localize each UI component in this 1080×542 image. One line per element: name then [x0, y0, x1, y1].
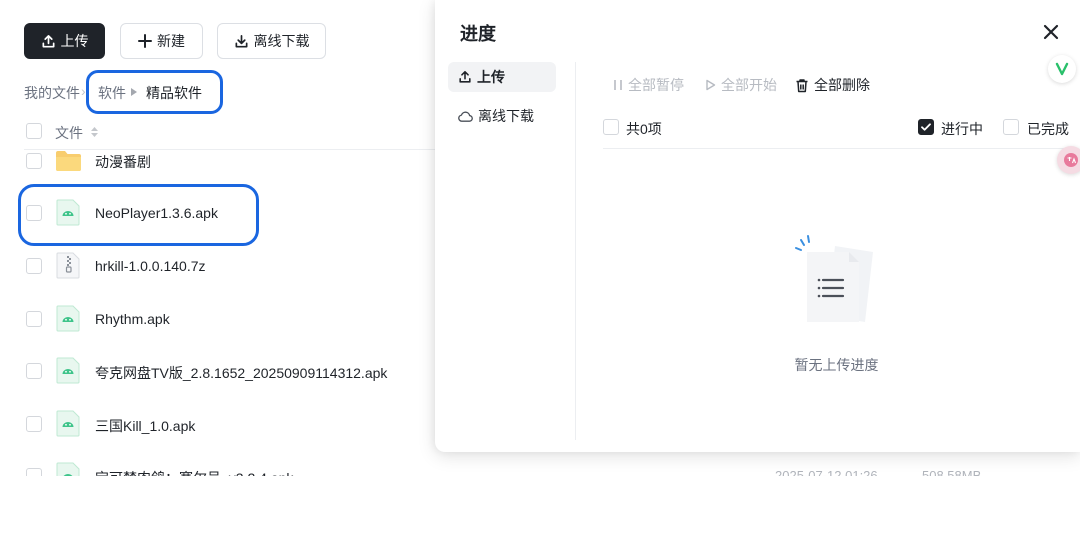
trash-icon: [796, 78, 808, 92]
file-name: 动漫番剧: [95, 154, 151, 170]
new-button[interactable]: 新建: [120, 23, 203, 59]
file-name: 宝可梦肉鸽：赛尔号_v3.2.4.apk: [95, 468, 293, 476]
list-item[interactable]: 夸克网盘TV版_2.8.1652_20250909114312.apk: [0, 351, 435, 391]
list-item-clipped[interactable]: 宝可梦肉鸽：赛尔号_v3.2.4.apk 2025-07-12 01:26 50…: [0, 456, 1080, 476]
empty-document-icon: [795, 235, 873, 322]
file-name: Rhythm.apk: [95, 311, 170, 327]
assistant-float-button[interactable]: [1048, 55, 1076, 83]
row-checkbox[interactable]: [26, 258, 42, 274]
apk-icon: [56, 305, 80, 332]
apk-icon: [56, 410, 80, 437]
empty-state-text: 暂无上传进度: [794, 357, 879, 373]
progress-panel: 进度 上传 离线下载 全部暂停 全部开始 全部删除 共0项 进行中 已完成 暂无…: [435, 0, 1080, 452]
translate-icon: [1064, 153, 1078, 167]
file-name: 夸克网盘TV版_2.8.1652_20250909114312.apk: [95, 365, 388, 381]
side-tab-offline[interactable]: 离线下载: [448, 101, 556, 131]
offline-download-label: 离线下载: [253, 33, 310, 49]
folder-icon: [56, 151, 81, 171]
close-icon[interactable]: [1041, 22, 1061, 42]
archive-icon: [56, 252, 80, 279]
play-icon: [706, 79, 716, 91]
upload-button-label: 上传: [60, 33, 89, 49]
plus-icon: [138, 34, 152, 48]
check-icon: [921, 123, 931, 131]
side-tab-upload[interactable]: 上传: [448, 62, 556, 92]
upload-icon: [42, 34, 54, 47]
panel-title: 进度: [460, 24, 496, 44]
item-count: 共0项: [626, 121, 662, 137]
cloud-icon: [458, 111, 473, 122]
list-item[interactable]: 三国Kill_1.0.apk: [0, 404, 435, 444]
select-all-checkbox[interactable]: [26, 123, 42, 139]
in-progress-checkbox[interactable]: [918, 119, 934, 135]
column-header-file[interactable]: 文件: [55, 123, 83, 143]
side-tab-upload-label: 上传: [477, 69, 505, 85]
file-date: 2025-07-12 01:26: [775, 468, 878, 476]
completed-checkbox[interactable]: [1003, 119, 1019, 135]
upload-button[interactable]: 上传: [24, 23, 105, 59]
list-item[interactable]: hrkill-1.0.0.140.7z: [0, 246, 435, 286]
row-checkbox[interactable]: [26, 416, 42, 432]
filter-divider: [603, 148, 1073, 149]
select-all-upload-checkbox[interactable]: [603, 119, 619, 135]
list-item[interactable]: Rhythm.apk: [0, 299, 435, 339]
side-tab-offline-label: 离线下载: [478, 108, 534, 124]
v-logo-icon: [1055, 62, 1069, 76]
offline-download-button[interactable]: 离线下载: [217, 23, 326, 59]
start-all-label: 全部开始: [721, 77, 777, 93]
translate-float-button[interactable]: [1057, 146, 1080, 174]
pause-all-button[interactable]: 全部暂停: [613, 75, 684, 95]
upload-icon: [459, 70, 471, 83]
in-progress-label[interactable]: 进行中: [941, 119, 983, 139]
download-icon: [235, 34, 247, 47]
start-all-button[interactable]: 全部开始: [705, 75, 777, 95]
row-checkbox[interactable]: [26, 363, 42, 379]
delete-all-label: 全部删除: [814, 77, 870, 93]
breadcrumb-separator: ›: [81, 83, 86, 99]
pause-icon: [614, 80, 622, 90]
file-name: 三国Kill_1.0.apk: [95, 418, 196, 434]
row-checkbox[interactable]: [26, 468, 42, 476]
apk-icon: [56, 462, 80, 476]
apk-icon: [56, 357, 80, 384]
annotation-highlight-breadcrumb: [86, 70, 223, 114]
file-size: 508.58MB: [922, 468, 982, 476]
row-checkbox[interactable]: [26, 311, 42, 327]
delete-all-button[interactable]: 全部删除: [795, 75, 870, 95]
file-name: hrkill-1.0.0.140.7z: [95, 258, 206, 274]
pause-all-label: 全部暂停: [628, 77, 684, 93]
annotation-highlight-file: [18, 184, 259, 246]
completed-label[interactable]: 已完成: [1027, 119, 1069, 139]
panel-divider: [575, 62, 576, 440]
breadcrumb-root[interactable]: 我的文件: [24, 83, 80, 103]
new-button-label: 新建: [157, 33, 185, 49]
row-checkbox[interactable]: [26, 153, 42, 169]
list-item[interactable]: 动漫番剧: [0, 141, 435, 181]
sort-icon[interactable]: [90, 125, 99, 139]
